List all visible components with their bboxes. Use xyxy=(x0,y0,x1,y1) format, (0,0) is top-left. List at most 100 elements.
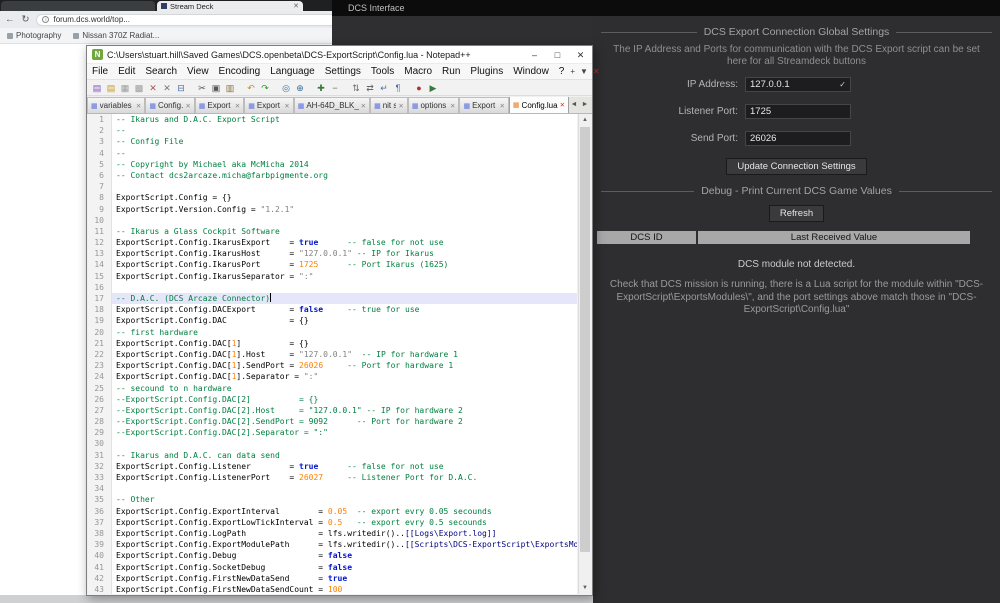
close-file-icon[interactable]: ✕ xyxy=(146,81,160,95)
tab-close-icon[interactable]: ✕ xyxy=(185,102,190,110)
document-tab[interactable]: ▦nit sqf✕ xyxy=(370,97,408,113)
menu-window[interactable]: Window xyxy=(508,66,554,77)
bookmark-item[interactable]: Photography xyxy=(7,31,61,40)
code-text[interactable]: ExportScript.Config.IkarusHost = "127.0.… xyxy=(112,248,577,259)
sync-vertical-icon[interactable]: ⇅ xyxy=(349,81,363,95)
field-input[interactable]: 127.0.0.1 ✓ xyxy=(745,77,851,92)
menu-tools[interactable]: Tools xyxy=(366,66,399,77)
code-text[interactable]: ExportScript.Config.LogPath = lfs.writed… xyxy=(112,528,577,539)
browser-tab-active[interactable]: Stream Deck ✕ xyxy=(157,1,303,11)
find-icon[interactable]: ◎ xyxy=(279,81,293,95)
menu-plugins[interactable]: Plugins xyxy=(465,66,508,77)
code-text[interactable]: ExportScript.Config.ExportModulePath = l… xyxy=(112,539,577,550)
close-icon[interactable]: ✕ xyxy=(569,46,592,63)
code-text[interactable]: -- Ikarus and D.A.C. Export Script xyxy=(112,114,577,125)
close-search-icon[interactable]: ✕ xyxy=(592,67,601,76)
plus-icon[interactable]: + xyxy=(569,67,576,76)
bookmark-item[interactable]: Nissan 370Z Radiat... xyxy=(73,31,159,40)
tab-close-icon[interactable]: ✕ xyxy=(450,102,455,110)
scroll-up-icon[interactable]: ▲ xyxy=(579,114,591,126)
tab-close-icon[interactable]: ✕ xyxy=(235,102,240,110)
scroll-down-icon[interactable]: ▼ xyxy=(579,582,591,594)
refresh-icon[interactable]: ↻ xyxy=(22,14,30,25)
dropdown-icon[interactable]: ▼ xyxy=(579,67,589,76)
code-text[interactable]: ExportScript.Config.ListenerPort = 26027… xyxy=(112,472,577,483)
minimize-icon[interactable]: – xyxy=(523,46,546,63)
code-text[interactable]: -- Config File xyxy=(112,136,577,147)
tab-close-icon[interactable]: ✕ xyxy=(560,101,565,109)
code-text[interactable] xyxy=(112,438,577,449)
code-text[interactable]: ExportScript.Config.DAC[1] = {} xyxy=(112,338,577,349)
code-text[interactable]: -- D.A.C. (DCS Arcaze Connector) xyxy=(112,293,577,305)
menu-help[interactable]: ? xyxy=(554,66,570,77)
undo-icon[interactable]: ↶ xyxy=(244,81,258,95)
code-text[interactable]: ExportScript.Config.DAC[1].Separator = "… xyxy=(112,371,577,382)
sync-horizontal-icon[interactable]: ⇄ xyxy=(363,81,377,95)
code-text[interactable]: -- Other xyxy=(112,494,577,505)
update-connection-settings-button[interactable]: Update Connection Settings xyxy=(726,158,867,175)
code-text[interactable]: -- Copyright by Michael aka McMicha 2014 xyxy=(112,159,577,170)
code-text[interactable]: ExportScript.Config.DAC[1].Host = "127.0… xyxy=(112,349,577,360)
field-input[interactable]: 1725 xyxy=(745,104,851,119)
play-macro-icon[interactable]: ▶ xyxy=(426,81,440,95)
field-input[interactable]: 26026 xyxy=(745,131,851,146)
notepad-titlebar[interactable]: N C:\Users\stuart.hill\Saved Games\DCS.o… xyxy=(87,46,592,64)
menu-macro[interactable]: Macro xyxy=(399,66,437,77)
tab-close-icon[interactable]: ✕ xyxy=(361,102,366,110)
code-text[interactable]: ExportScript.Config.Debug = false xyxy=(112,550,577,561)
code-text[interactable] xyxy=(112,282,577,293)
code-text[interactable]: ExportScript.Config.ExportInterval = 0.0… xyxy=(112,506,577,517)
code-text[interactable] xyxy=(112,215,577,226)
paste-icon[interactable]: ▥ xyxy=(223,81,237,95)
code-text[interactable]: ExportScript.Config.DAC[1].SendPort = 26… xyxy=(112,360,577,371)
refresh-button[interactable]: Refresh xyxy=(768,205,825,222)
code-text[interactable]: --ExportScript.Config.DAC[2].SendPort = … xyxy=(112,416,577,427)
menu-search[interactable]: Search xyxy=(140,66,182,77)
tab-close-icon[interactable]: ✕ xyxy=(293,2,299,10)
code-text[interactable]: ExportScript.Config.DAC = {} xyxy=(112,315,577,326)
vertical-scrollbar[interactable]: ▲ ▼ xyxy=(578,114,591,594)
maximize-icon[interactable]: □ xyxy=(546,46,569,63)
replace-icon[interactable]: ⊕ xyxy=(293,81,307,95)
menu-file[interactable]: File xyxy=(87,66,113,77)
code-text[interactable]: ExportScript.Config.IkarusPort = 1725 --… xyxy=(112,259,577,270)
redo-icon[interactable]: ↷ xyxy=(258,81,272,95)
site-info-icon[interactable]: i xyxy=(42,16,50,23)
close-all-icon[interactable]: ✕ xyxy=(160,81,174,95)
code-text[interactable]: ExportScript.Config.IkarusSeparator = ":… xyxy=(112,271,577,282)
menu-view[interactable]: View xyxy=(182,66,214,77)
code-text[interactable]: ExportScript.Config.ExportLowTickInterva… xyxy=(112,517,577,528)
code-text[interactable]: ExportScript.Config.FirstNewDataSendCoun… xyxy=(112,584,577,594)
document-tab[interactable]: ▦Export lua✕ xyxy=(244,97,294,113)
code-text[interactable] xyxy=(112,483,577,494)
back-icon[interactable]: ← xyxy=(5,14,15,25)
code-text[interactable]: ExportScript.Version.Config = "1.2.1" xyxy=(112,204,577,215)
document-tab[interactable]: ▦Config.lua✕ xyxy=(508,97,570,113)
code-text[interactable]: --ExportScript.Config.DAC[2] = {} xyxy=(112,394,577,405)
code-text[interactable]: ExportScript.Config.Listener = true -- f… xyxy=(112,461,577,472)
code-text[interactable]: ExportScript.Config.SocketDebug = false xyxy=(112,562,577,573)
tab-close-icon[interactable]: ✕ xyxy=(136,102,141,110)
code-text[interactable] xyxy=(112,181,577,192)
document-tab[interactable]: ▦variables ps1✕ xyxy=(87,97,146,113)
show-symbols-icon[interactable]: ¶ xyxy=(391,81,405,95)
code-text[interactable]: -- xyxy=(112,125,577,136)
tab-close-icon[interactable]: ✕ xyxy=(398,102,403,110)
open-file-icon[interactable]: ▤ xyxy=(104,81,118,95)
save-icon[interactable]: ▦ xyxy=(118,81,132,95)
code-text[interactable]: -- xyxy=(112,148,577,159)
tab-close-icon[interactable]: ✕ xyxy=(284,102,289,110)
code-text[interactable]: -- Ikarus and D.A.C. can data send xyxy=(112,450,577,461)
tab-scroll-right-icon[interactable]: ► xyxy=(580,99,590,111)
record-macro-icon[interactable]: ● xyxy=(412,81,426,95)
document-tab[interactable]: ▦Export lua✕ xyxy=(459,97,509,113)
code-text[interactable]: ExportScript.Config = {} xyxy=(112,192,577,203)
code-text[interactable]: -- Ikarus a Glass Cockpit Software xyxy=(112,226,577,237)
document-tab[interactable]: ▦AH-64D_BLK_II.lua✕ xyxy=(293,97,371,113)
menu-language[interactable]: Language xyxy=(265,66,320,77)
code-text[interactable]: ExportScript.Config.DACExport = false --… xyxy=(112,304,577,315)
code-text[interactable]: -- first hardware xyxy=(112,327,577,338)
code-text[interactable]: -- secound to n hardware xyxy=(112,383,577,394)
code-text[interactable]: --ExportScript.Config.DAC[2].Host = "127… xyxy=(112,405,577,416)
scrollbar-thumb[interactable] xyxy=(580,127,590,552)
